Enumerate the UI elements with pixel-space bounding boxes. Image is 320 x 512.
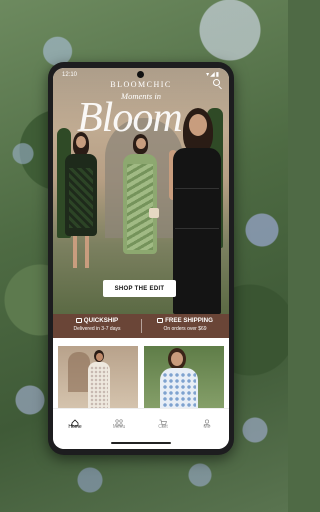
- product-card[interactable]: [58, 346, 138, 410]
- nav-home[interactable]: Home: [53, 414, 97, 430]
- promo-title: FREE SHIPPING: [165, 317, 213, 324]
- menu-grid-icon: [115, 414, 123, 427]
- promo-subtitle: Delivered in 3-7 days: [73, 326, 121, 332]
- promo-free-shipping[interactable]: FREE SHIPPING On orders over $69: [141, 317, 229, 332]
- search-icon[interactable]: [213, 79, 220, 86]
- status-time: 12:10: [62, 72, 78, 78]
- brand-logo[interactable]: BLOOMCHIC: [53, 80, 229, 89]
- app-screen: 12:10 ▾◢▮ BLOOMCHIC Moments in Bloom SHO…: [53, 68, 229, 449]
- shop-the-edit-button[interactable]: SHOP THE EDIT: [103, 280, 176, 297]
- bottom-nav: Home Menu Cart Me: [53, 408, 229, 449]
- box-icon: [157, 318, 164, 323]
- status-icons: ▾◢▮: [206, 72, 220, 78]
- nav-me[interactable]: Me: [185, 414, 229, 430]
- home-icon: [71, 414, 79, 427]
- home-indicator: [111, 442, 171, 444]
- product-row: [53, 338, 229, 410]
- promo-bar: QUICKSHIP Delivered in 3-7 days FREE SHI…: [53, 314, 229, 338]
- promo-subtitle: On orders over $69: [163, 326, 207, 332]
- person-icon: [203, 414, 211, 427]
- nav-cart[interactable]: Cart: [141, 414, 185, 430]
- nav-menu[interactable]: Menu: [97, 414, 141, 430]
- promo-quickship[interactable]: QUICKSHIP Delivered in 3-7 days: [53, 317, 141, 332]
- product-card[interactable]: [144, 346, 224, 410]
- truck-icon: [75, 318, 82, 323]
- hero-title: Bloom: [77, 95, 183, 141]
- camera-cutout: [137, 71, 144, 78]
- cart-icon: [159, 414, 167, 427]
- phone-frame: 12:10 ▾◢▮ BLOOMCHIC Moments in Bloom SHO…: [48, 62, 234, 455]
- promo-title: QUICKSHIP: [83, 317, 119, 324]
- hero-banner[interactable]: 12:10 ▾◢▮ BLOOMCHIC Moments in Bloom SHO…: [53, 68, 229, 314]
